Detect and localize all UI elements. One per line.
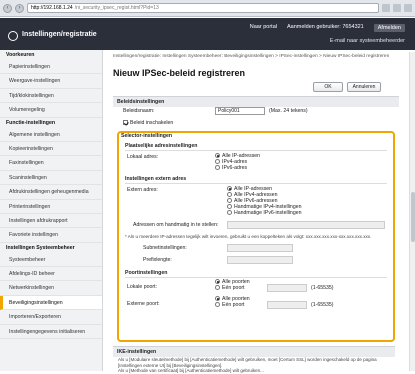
settings-logo-icon [8,31,18,41]
local-port-single[interactable]: Eén poort [215,285,250,291]
sidebar-item-initialize[interactable]: Instellingengegevens initialiseren [0,325,102,340]
sidebar-item-volume[interactable]: Volumeregeling [0,103,102,118]
prefix-label: Prefixlengte: [143,257,172,263]
enable-policy-row: Beleid inschakelen [123,120,173,126]
selector-section-title: Selector-instellingen [121,133,173,139]
sidebar-item-paper[interactable]: Papierinstellingen [0,60,102,75]
sidebar-item-general[interactable]: Algemene instellingen [0,128,102,142]
external-address-label: Extern adres: [127,187,158,193]
login-user: 7654321 [342,24,364,30]
gear-icon[interactable] [404,4,412,12]
radio[interactable] [215,302,220,308]
radio[interactable] [215,279,220,285]
sidebar-item-display[interactable]: Weergave-instellingen [0,74,102,89]
policy-name-field[interactable]: Policy001 [215,107,265,115]
divider [125,183,387,184]
radio[interactable] [215,165,220,171]
local-address-heading: Plaatselijke adresinstellingen [125,143,198,149]
radio[interactable] [215,285,220,291]
external-address-heading: Instellingen extern adres [125,176,187,182]
local-address-label: Lokaal adres: [127,154,159,160]
sidebar-item-printer[interactable]: Printerinstellingen [0,200,102,214]
radio[interactable] [227,198,232,204]
scrollbar-thumb[interactable] [411,192,415,242]
star-icon[interactable] [393,4,401,12]
sidebar: Voorkeuren Papierinstellingen Weergave-i… [0,50,103,371]
radio[interactable] [227,204,232,210]
sidebar-item-system[interactable]: Systeembeheer [0,253,102,268]
sidebar-item-time[interactable]: Tijd/klokinstellingen [0,89,102,104]
sidebar-item-import-export[interactable]: Importeren/Exporteren [0,310,102,325]
email-admin-link[interactable]: E-mail naar systeembeheerder [330,38,405,44]
policy-section-title: Beleidsinstellingen [113,96,399,107]
sidebar-item-scan[interactable]: Scaninstellingen [0,171,102,186]
multi-ip-note: * Als u meerdere IP-adressen tegelijk wi… [125,234,372,239]
sidebar-item-security[interactable]: Beveiligingsinstellingen [0,295,102,311]
radio[interactable] [227,186,232,192]
app-header: Instellingen/registratie Naar portal Aan… [0,18,415,50]
divider [125,277,387,278]
local-opt-ipv6[interactable]: IPv6-adres [215,165,260,171]
local-port-field[interactable] [267,284,307,292]
manual-address-label: Adressen om handmatig in te stellen: [133,222,219,228]
divider [125,150,387,151]
port-heading: Poortinstellingen [125,270,168,276]
address-host: http://192.168.1.24 [31,5,73,11]
sidebar-group-admin: Instellingen Systeembeheer [6,244,75,251]
ike-section: IKE-instellingen [113,346,395,357]
radio[interactable] [215,153,220,159]
sidebar-item-dept-id[interactable]: Afdelings-ID beheer [0,267,102,282]
sidebar-item-network[interactable]: Netwerkinstellingen [0,281,102,296]
policy-section: Beleidsinstellingen [113,96,399,107]
radio[interactable] [215,296,220,302]
logout-button[interactable]: Afmelden [373,24,405,32]
breadcrumb: Instellingen/registratie: Instellingen S… [113,54,390,59]
enable-policy-label: Beleid inschakelen [130,120,174,126]
sidebar-group-functions: Functie-instellingen [6,119,55,126]
ike-note-1: Als u [Modulaire sleutelmethode] bij [Au… [118,357,377,368]
home-icon[interactable] [382,4,390,12]
page-title: Nieuw IPSec-beleid registreren [113,68,246,78]
sidebar-group-preferences: Voorkeuren [6,52,35,58]
prefix-field[interactable] [227,256,293,264]
back-icon[interactable]: ‹ [3,3,12,13]
portal-link[interactable]: Naar portal [250,24,277,32]
radio-label: Handmatige IPv6-instellingen [234,210,302,216]
radio[interactable] [227,210,232,216]
sidebar-item-fax[interactable]: Faxinstellingen [0,156,102,171]
ike-section-title: IKE-instellingen [113,346,395,357]
radio-label: IPv6-adres [222,165,248,171]
local-port-label: Lokale poort: [127,284,157,290]
radio[interactable] [227,192,232,198]
sidebar-item-media-print[interactable]: Afdrukinstellingen geheugenmedia [0,185,102,200]
address-path: /ni_security_ipsec_regist.html?Pid=13 [74,5,159,11]
app-title: Instellingen/registratie [22,31,97,38]
subnet-field[interactable] [227,244,293,252]
login-label: Aanmelden gebruiker: [286,24,341,30]
ok-button[interactable]: OK [313,82,343,92]
radio-label: Eén poort [222,302,245,308]
local-port-range: (1-65535) [311,285,334,291]
selector-settings-box: Selector-instellingen Plaatselijke adres… [117,131,395,342]
radio-label: Eén poort [222,285,245,291]
external-port-field[interactable] [267,301,307,309]
external-port-range: (1-65535) [311,302,334,308]
manual-address-field[interactable] [227,221,385,229]
sidebar-item-report[interactable]: Instellingen afdrukrapport [0,214,102,229]
radio[interactable] [215,159,220,165]
sidebar-item-favorites[interactable]: Favoriete instellingen [0,228,102,243]
external-port-label: Externe poort: [127,301,160,307]
policy-name-label: Beleidsnaam: [123,108,155,114]
cancel-button[interactable]: Annuleren [347,82,381,92]
enable-policy-checkbox[interactable] [123,120,128,126]
scrollbar[interactable] [409,52,415,371]
address-bar[interactable]: http://192.168.1.24/ni_security_ipsec_re… [27,3,379,13]
ext-opt-manual-ipv6[interactable]: Handmatige IPv6-instellingen [227,210,301,216]
ext-port-single[interactable]: Eén poort [215,302,250,308]
sidebar-item-copy[interactable]: Kopieerinstellingen [0,142,102,157]
policy-name-hint: (Max. 24 tekens) [269,108,308,114]
subnet-label: Subnetinstellingen: [143,245,187,251]
browser-toolbar: ‹ › http://192.168.1.24/ni_security_ipse… [0,0,415,17]
forward-icon[interactable]: › [15,3,24,13]
